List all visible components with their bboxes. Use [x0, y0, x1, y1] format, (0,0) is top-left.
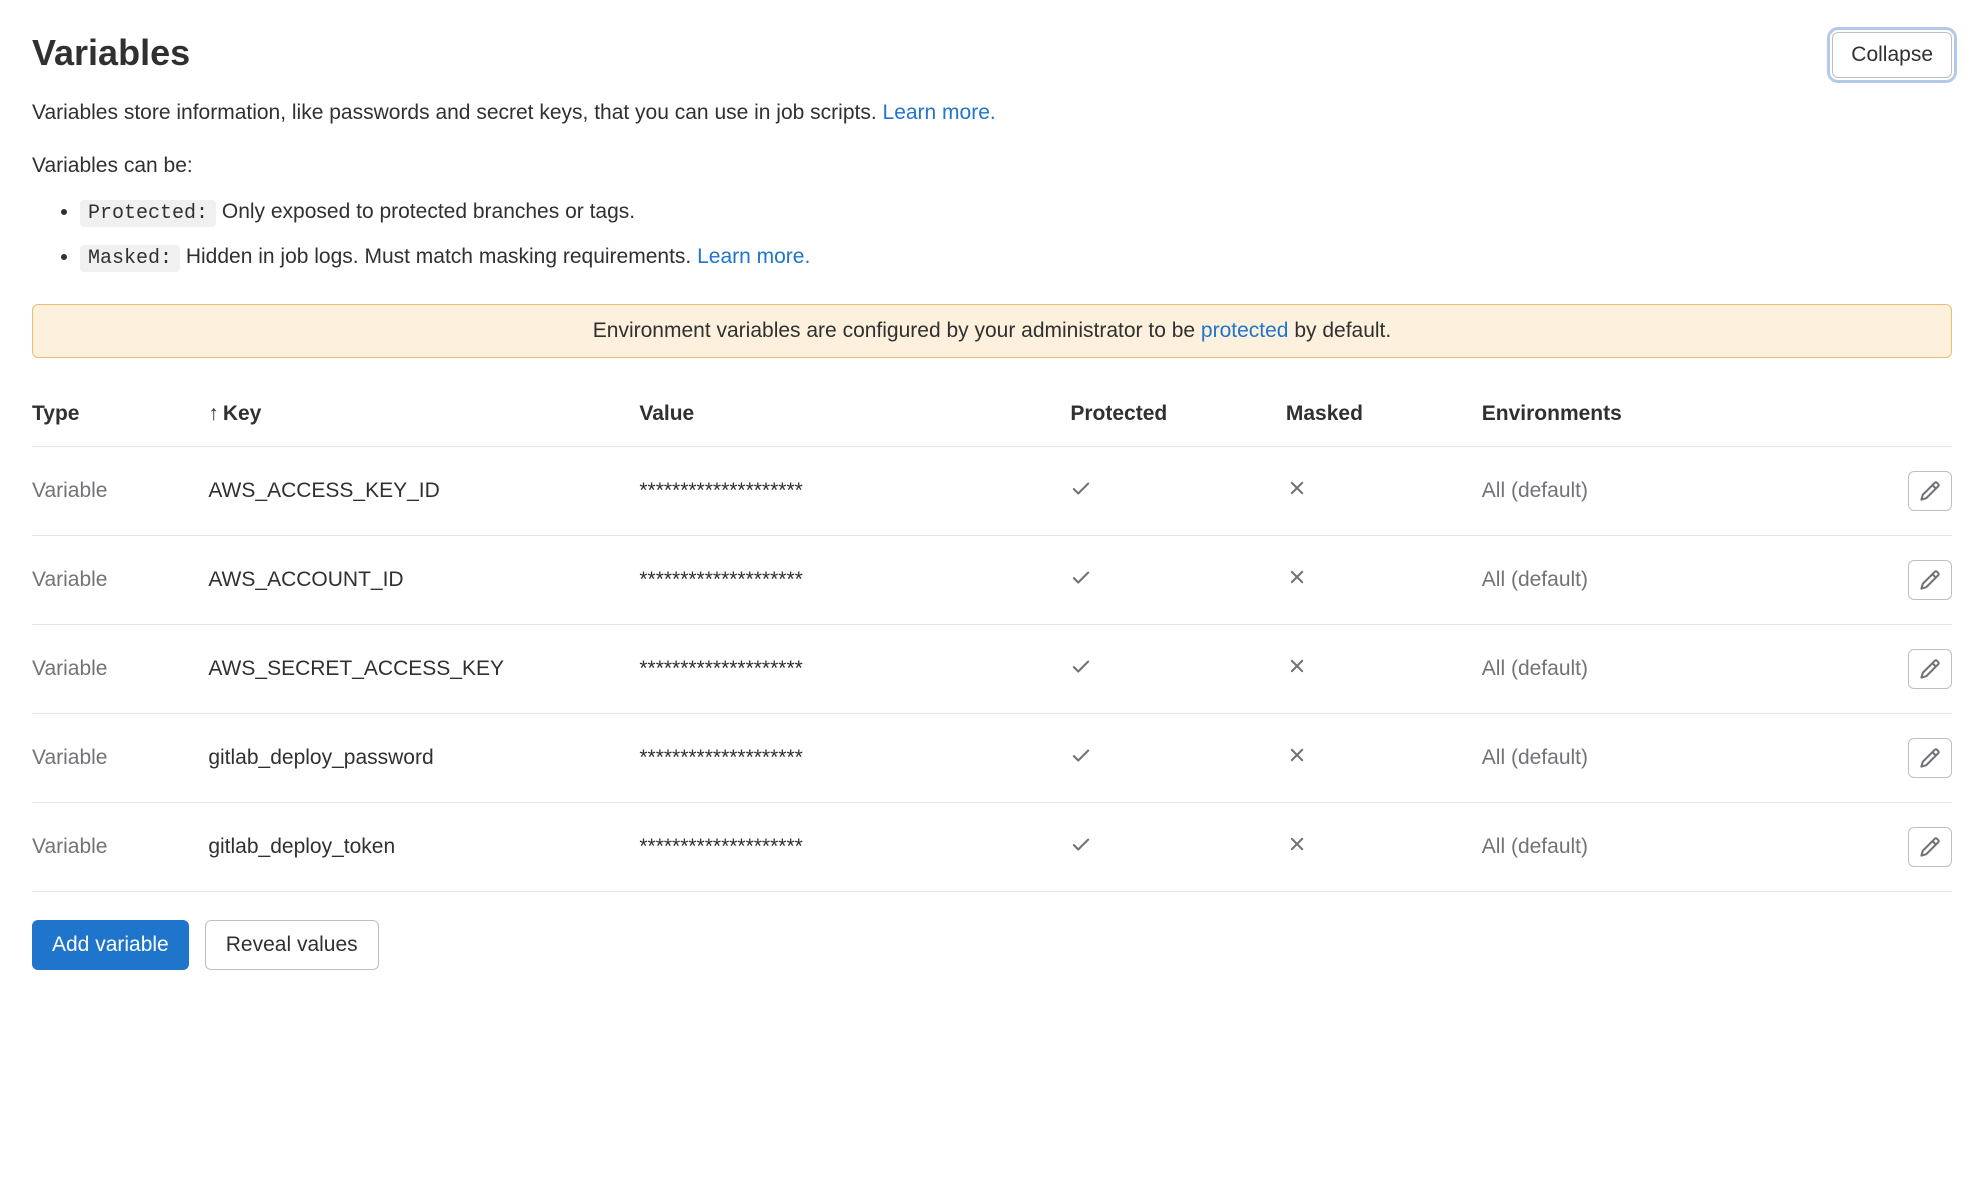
- cell-environments: All (default): [1482, 802, 1835, 891]
- reveal-values-button[interactable]: Reveal values: [205, 920, 379, 970]
- banner-prefix: Environment variables are configured by …: [593, 319, 1201, 342]
- edit-variable-button[interactable]: [1908, 471, 1952, 511]
- cell-protected: [1070, 446, 1286, 535]
- x-icon: [1286, 477, 1308, 499]
- x-icon: [1286, 744, 1308, 766]
- cell-value: ********************: [639, 535, 1070, 624]
- x-icon: [1286, 833, 1308, 855]
- variable-types-list: Protected: Only exposed to protected bra…: [32, 194, 1952, 276]
- masked-description: Hidden in job logs. Must match masking r…: [180, 245, 697, 268]
- check-icon: [1070, 744, 1092, 766]
- cell-type: Variable: [32, 713, 208, 802]
- cell-actions: [1834, 624, 1952, 713]
- header-value[interactable]: Value: [639, 388, 1070, 447]
- cell-actions: [1834, 446, 1952, 535]
- cell-actions: [1834, 713, 1952, 802]
- cell-type: Variable: [32, 535, 208, 624]
- x-icon: [1286, 566, 1308, 588]
- cell-masked: [1286, 446, 1482, 535]
- cell-value: ********************: [639, 802, 1070, 891]
- add-variable-button[interactable]: Add variable: [32, 920, 189, 970]
- cell-key: gitlab_deploy_password: [208, 713, 639, 802]
- cell-environments: All (default): [1482, 535, 1835, 624]
- cell-environments: All (default): [1482, 624, 1835, 713]
- check-icon: [1070, 477, 1092, 499]
- header-key-label: Key: [223, 402, 262, 425]
- variables-can-be-heading: Variables can be:: [32, 154, 1952, 178]
- collapse-button[interactable]: Collapse: [1832, 32, 1952, 78]
- table-row: Variable AWS_SECRET_ACCESS_KEY *********…: [32, 624, 1952, 713]
- cell-key: gitlab_deploy_token: [208, 802, 639, 891]
- cell-masked: [1286, 713, 1482, 802]
- protected-tag: Protected:: [80, 200, 216, 227]
- protected-type-item: Protected: Only exposed to protected bra…: [80, 194, 1952, 231]
- info-banner: Environment variables are configured by …: [32, 304, 1952, 358]
- cell-masked: [1286, 624, 1482, 713]
- cell-type: Variable: [32, 624, 208, 713]
- header-environments[interactable]: Environments: [1482, 388, 1835, 447]
- sort-arrow-up-icon: ↑: [208, 402, 219, 426]
- cell-key: AWS_ACCOUNT_ID: [208, 535, 639, 624]
- pencil-icon: [1919, 836, 1941, 858]
- description-text: Variables store information, like passwo…: [32, 96, 1952, 130]
- cell-actions: [1834, 535, 1952, 624]
- check-icon: [1070, 833, 1092, 855]
- table-row: Variable AWS_ACCOUNT_ID ****************…: [32, 535, 1952, 624]
- check-icon: [1070, 566, 1092, 588]
- cell-protected: [1070, 624, 1286, 713]
- cell-value: ********************: [639, 713, 1070, 802]
- pencil-icon: [1919, 569, 1941, 591]
- edit-variable-button[interactable]: [1908, 827, 1952, 867]
- cell-environments: All (default): [1482, 713, 1835, 802]
- banner-protected-link[interactable]: protected: [1201, 319, 1289, 342]
- header-key[interactable]: ↑Key: [208, 388, 639, 447]
- learn-more-link[interactable]: Learn more.: [883, 101, 996, 124]
- cell-value: ********************: [639, 624, 1070, 713]
- cell-protected: [1070, 713, 1286, 802]
- table-row: Variable AWS_ACCESS_KEY_ID *************…: [32, 446, 1952, 535]
- cell-value: ********************: [639, 446, 1070, 535]
- header-protected[interactable]: Protected: [1070, 388, 1286, 447]
- table-row: Variable gitlab_deploy_password ********…: [32, 713, 1952, 802]
- check-icon: [1070, 655, 1092, 677]
- cell-type: Variable: [32, 446, 208, 535]
- pencil-icon: [1919, 480, 1941, 502]
- cell-masked: [1286, 535, 1482, 624]
- section-title: Variables: [32, 32, 190, 74]
- cell-protected: [1070, 535, 1286, 624]
- pencil-icon: [1919, 747, 1941, 769]
- masked-type-item: Masked: Hidden in job logs. Must match m…: [80, 239, 1952, 276]
- masked-tag: Masked:: [80, 245, 180, 272]
- protected-description: Only exposed to protected branches or ta…: [216, 200, 635, 223]
- x-icon: [1286, 655, 1308, 677]
- banner-suffix: by default.: [1288, 319, 1391, 342]
- table-row: Variable gitlab_deploy_token ***********…: [32, 802, 1952, 891]
- cell-environments: All (default): [1482, 446, 1835, 535]
- cell-key: AWS_ACCESS_KEY_ID: [208, 446, 639, 535]
- cell-key: AWS_SECRET_ACCESS_KEY: [208, 624, 639, 713]
- header-masked[interactable]: Masked: [1286, 388, 1482, 447]
- edit-variable-button[interactable]: [1908, 560, 1952, 600]
- edit-variable-button[interactable]: [1908, 649, 1952, 689]
- header-actions: [1834, 388, 1952, 447]
- cell-actions: [1834, 802, 1952, 891]
- pencil-icon: [1919, 658, 1941, 680]
- masked-learn-more-link[interactable]: Learn more.: [697, 245, 810, 268]
- cell-protected: [1070, 802, 1286, 891]
- variables-table: Type ↑Key Value Protected Masked Environ…: [32, 388, 1952, 892]
- cell-masked: [1286, 802, 1482, 891]
- edit-variable-button[interactable]: [1908, 738, 1952, 778]
- description-body: Variables store information, like passwo…: [32, 101, 883, 124]
- cell-type: Variable: [32, 802, 208, 891]
- header-type[interactable]: Type: [32, 388, 208, 447]
